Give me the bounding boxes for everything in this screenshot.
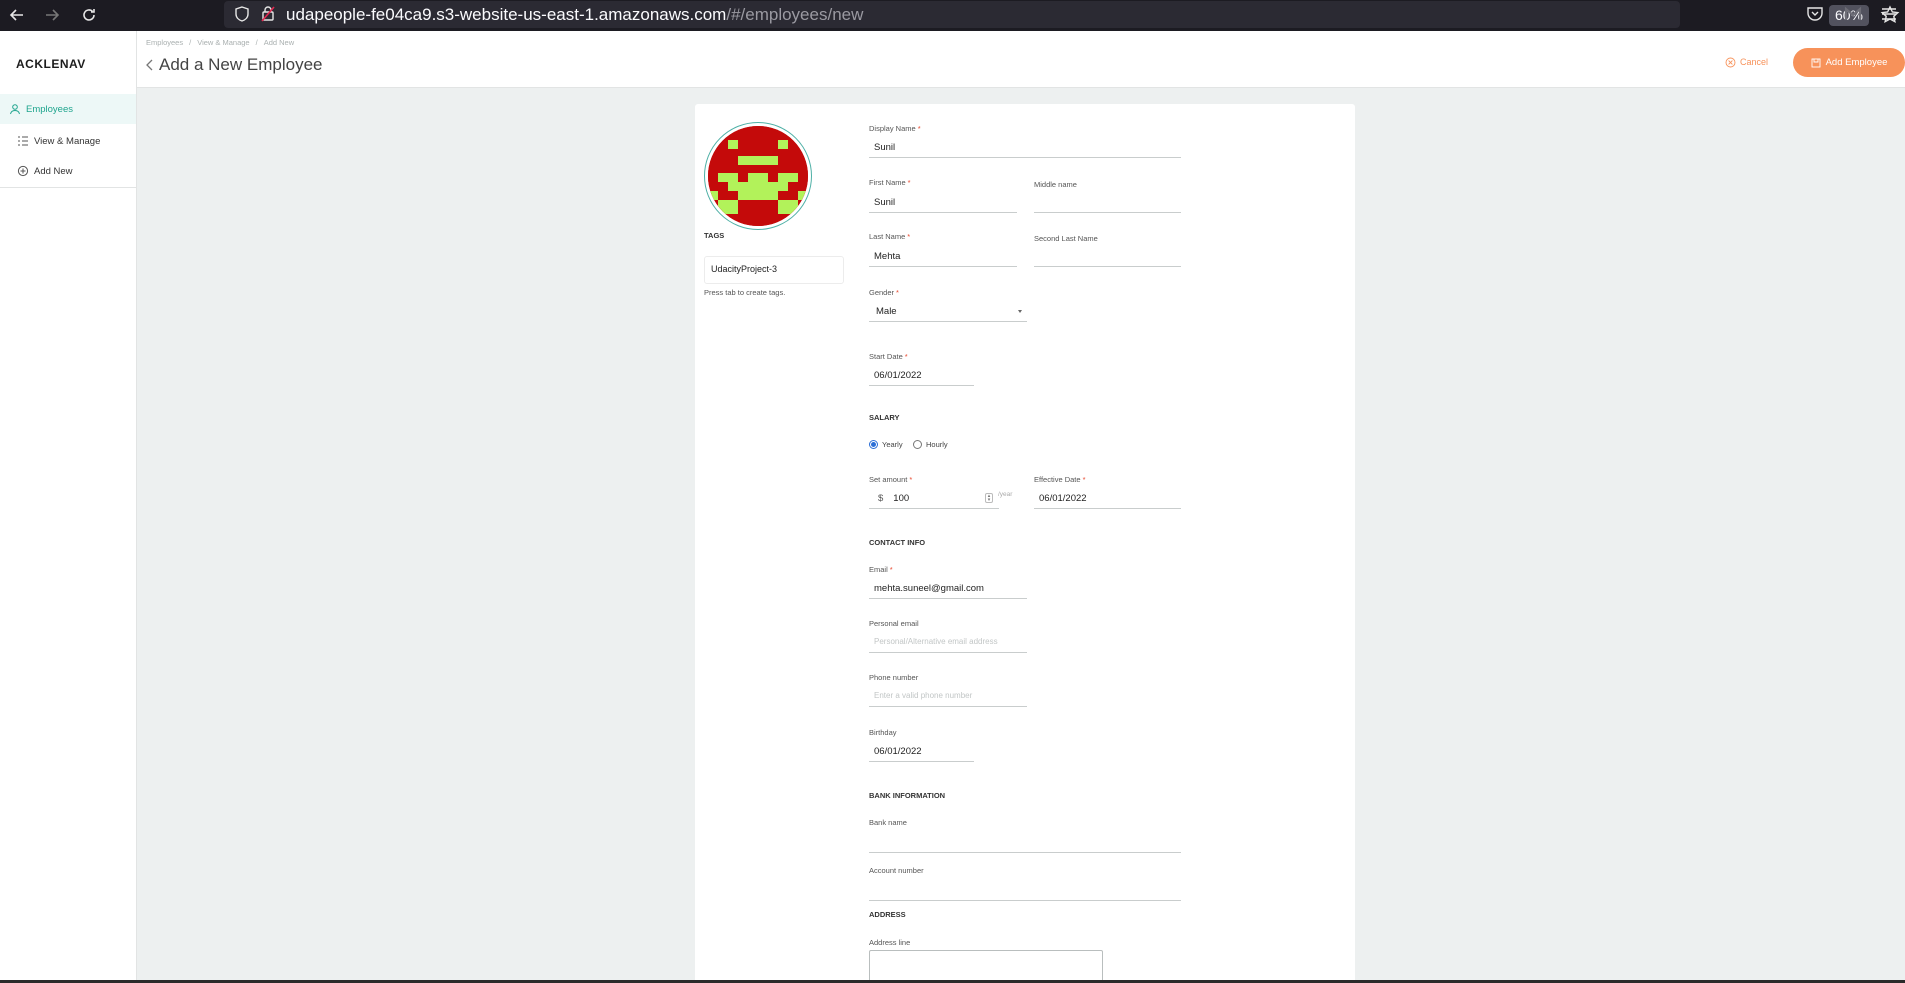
sidebar-item-add-new[interactable]: Add New: [0, 156, 136, 186]
shield-icon[interactable]: [234, 6, 250, 22]
employee-form-card: TAGS UdacityProject-3 Press tab to creat…: [695, 104, 1355, 983]
sidebar: ACKLENAV Employees View & Manage Add New: [0, 31, 137, 983]
sidebar-item-label: Add New: [34, 165, 73, 177]
yearly-radio[interactable]: Yearly: [869, 440, 903, 449]
account-number-field[interactable]: [869, 879, 1181, 901]
salary-section-title: SALARY: [869, 413, 900, 422]
chevron-down-icon: [1018, 310, 1022, 313]
middle-name-label: Middle name: [1034, 180, 1077, 189]
gender-value: Male: [876, 306, 897, 317]
last-name-field[interactable]: Mehta: [869, 245, 1017, 267]
page-title: Add a New Employee: [159, 55, 323, 74]
last-name-label: Last Name *: [869, 232, 911, 241]
add-employee-label: Add Employee: [1825, 57, 1888, 68]
list-icon: [18, 136, 28, 146]
sidebar-divider: [0, 187, 136, 188]
second-last-name-label: Second Last Name: [1034, 234, 1098, 243]
back-chevron-icon[interactable]: [145, 58, 155, 72]
effective-date-field[interactable]: 06/01/2022: [1034, 487, 1181, 509]
phone-label: Phone number: [869, 673, 919, 682]
cancel-label: Cancel: [1740, 57, 1769, 67]
bank-section-title: BANK INFORMATION: [869, 791, 946, 800]
tags-label: TAGS: [704, 231, 725, 240]
account-number-label: Account number: [869, 866, 924, 875]
pocket-icon[interactable]: [1806, 5, 1824, 23]
hourly-radio[interactable]: Hourly: [913, 440, 948, 449]
reload-icon[interactable]: [78, 4, 100, 26]
radio-selected-icon: [869, 440, 878, 449]
sidebar-item-employees[interactable]: Employees: [0, 94, 136, 124]
cancel-circle-icon: [1725, 57, 1736, 67]
menu-icon[interactable]: [1880, 5, 1898, 23]
display-name-label: Display Name *: [869, 124, 921, 133]
brand-logo[interactable]: ACKLENAV: [16, 57, 86, 71]
middle-name-field[interactable]: [1034, 191, 1181, 213]
extension-m-icon[interactable]: [1844, 5, 1862, 23]
radio-empty-icon: [913, 440, 922, 449]
start-date-field[interactable]: 06/01/2022: [869, 364, 974, 386]
personal-email-label: Personal email: [869, 619, 919, 628]
url-text: udapeople-fe04ca9.s3-website-us-east-1.a…: [286, 5, 864, 24]
yearly-label: Yearly: [882, 440, 903, 449]
breadcrumb-separator: /: [255, 38, 258, 47]
tag-chip[interactable]: UdacityProject-3: [711, 264, 777, 274]
salary-amount-field[interactable]: $100 ▴ ▾: [869, 487, 999, 509]
address-section-title: ADDRESS: [869, 910, 906, 919]
forward-arrow-icon[interactable]: [41, 4, 63, 26]
bank-name-label: Bank name: [869, 818, 907, 827]
back-arrow-icon[interactable]: [6, 4, 28, 26]
set-amount-label: Set amount *: [869, 475, 913, 484]
first-name-label: First Name *: [869, 178, 911, 187]
display-name-field[interactable]: Sunil: [869, 136, 1181, 158]
gender-label: Gender *: [869, 288, 899, 297]
avatar-frame[interactable]: [704, 122, 812, 230]
start-date-label: Start Date *: [869, 352, 908, 361]
salary-amount-value: 100: [893, 493, 910, 504]
user-icon: [10, 104, 20, 115]
hourly-label: Hourly: [926, 440, 948, 449]
browser-toolbar: udapeople-fe04ca9.s3-website-us-east-1.a…: [0, 0, 1905, 31]
breadcrumb-view-manage[interactable]: View & Manage: [197, 38, 249, 47]
insecure-lock-icon[interactable]: [260, 5, 276, 22]
effective-date-label: Effective Date *: [1034, 475, 1086, 484]
breadcrumb-employees[interactable]: Employees: [146, 38, 183, 47]
bank-name-field[interactable]: [869, 831, 1181, 853]
gender-select[interactable]: Male: [869, 300, 1027, 322]
contact-section-title: CONTACT INFO: [869, 538, 926, 547]
per-year-suffix: /year: [998, 491, 1013, 498]
save-icon: [1811, 58, 1821, 67]
address-bar[interactable]: udapeople-fe04ca9.s3-website-us-east-1.a…: [224, 1, 1900, 28]
avatar[interactable]: [708, 126, 808, 226]
birthday-field[interactable]: 06/01/2022: [869, 740, 974, 762]
page-header: Employees / View & Manage / Add New Add a Ne…: [137, 31, 1905, 88]
second-last-name-field[interactable]: [1034, 245, 1181, 267]
tags-input[interactable]: UdacityProject-3: [704, 256, 844, 284]
plus-circle-icon: [17, 165, 29, 177]
stepper-icon[interactable]: ▴ ▾: [985, 493, 993, 503]
sidebar-item-view-manage[interactable]: View & Manage: [0, 126, 136, 156]
phone-field[interactable]: Enter a valid phone number: [869, 685, 1027, 707]
currency-symbol: $: [878, 493, 884, 504]
identicon-image: [708, 126, 808, 226]
address-line-label: Address line: [869, 938, 911, 947]
sidebar-item-label: Employees: [26, 103, 73, 115]
cancel-button[interactable]: Cancel: [1725, 55, 1768, 69]
birthday-label: Birthday: [869, 728, 897, 737]
add-employee-button[interactable]: Add Employee: [1793, 48, 1905, 77]
tags-hint: Press tab to create tags.: [704, 288, 786, 297]
personal-email-field[interactable]: Personal/Alternative email address: [869, 631, 1027, 653]
first-name-field[interactable]: Sunil: [869, 191, 1017, 213]
email-label: Email *: [869, 565, 893, 574]
breadcrumb-add-new: Add New: [263, 38, 295, 47]
sidebar-item-label: View & Manage: [34, 135, 101, 147]
breadcrumb-separator: /: [189, 38, 192, 47]
address-line-textarea[interactable]: [869, 950, 1103, 983]
breadcrumb: Employees / View & Manage / Add New: [146, 38, 300, 47]
email-field[interactable]: mehta.suneel@gmail.com: [869, 577, 1027, 599]
